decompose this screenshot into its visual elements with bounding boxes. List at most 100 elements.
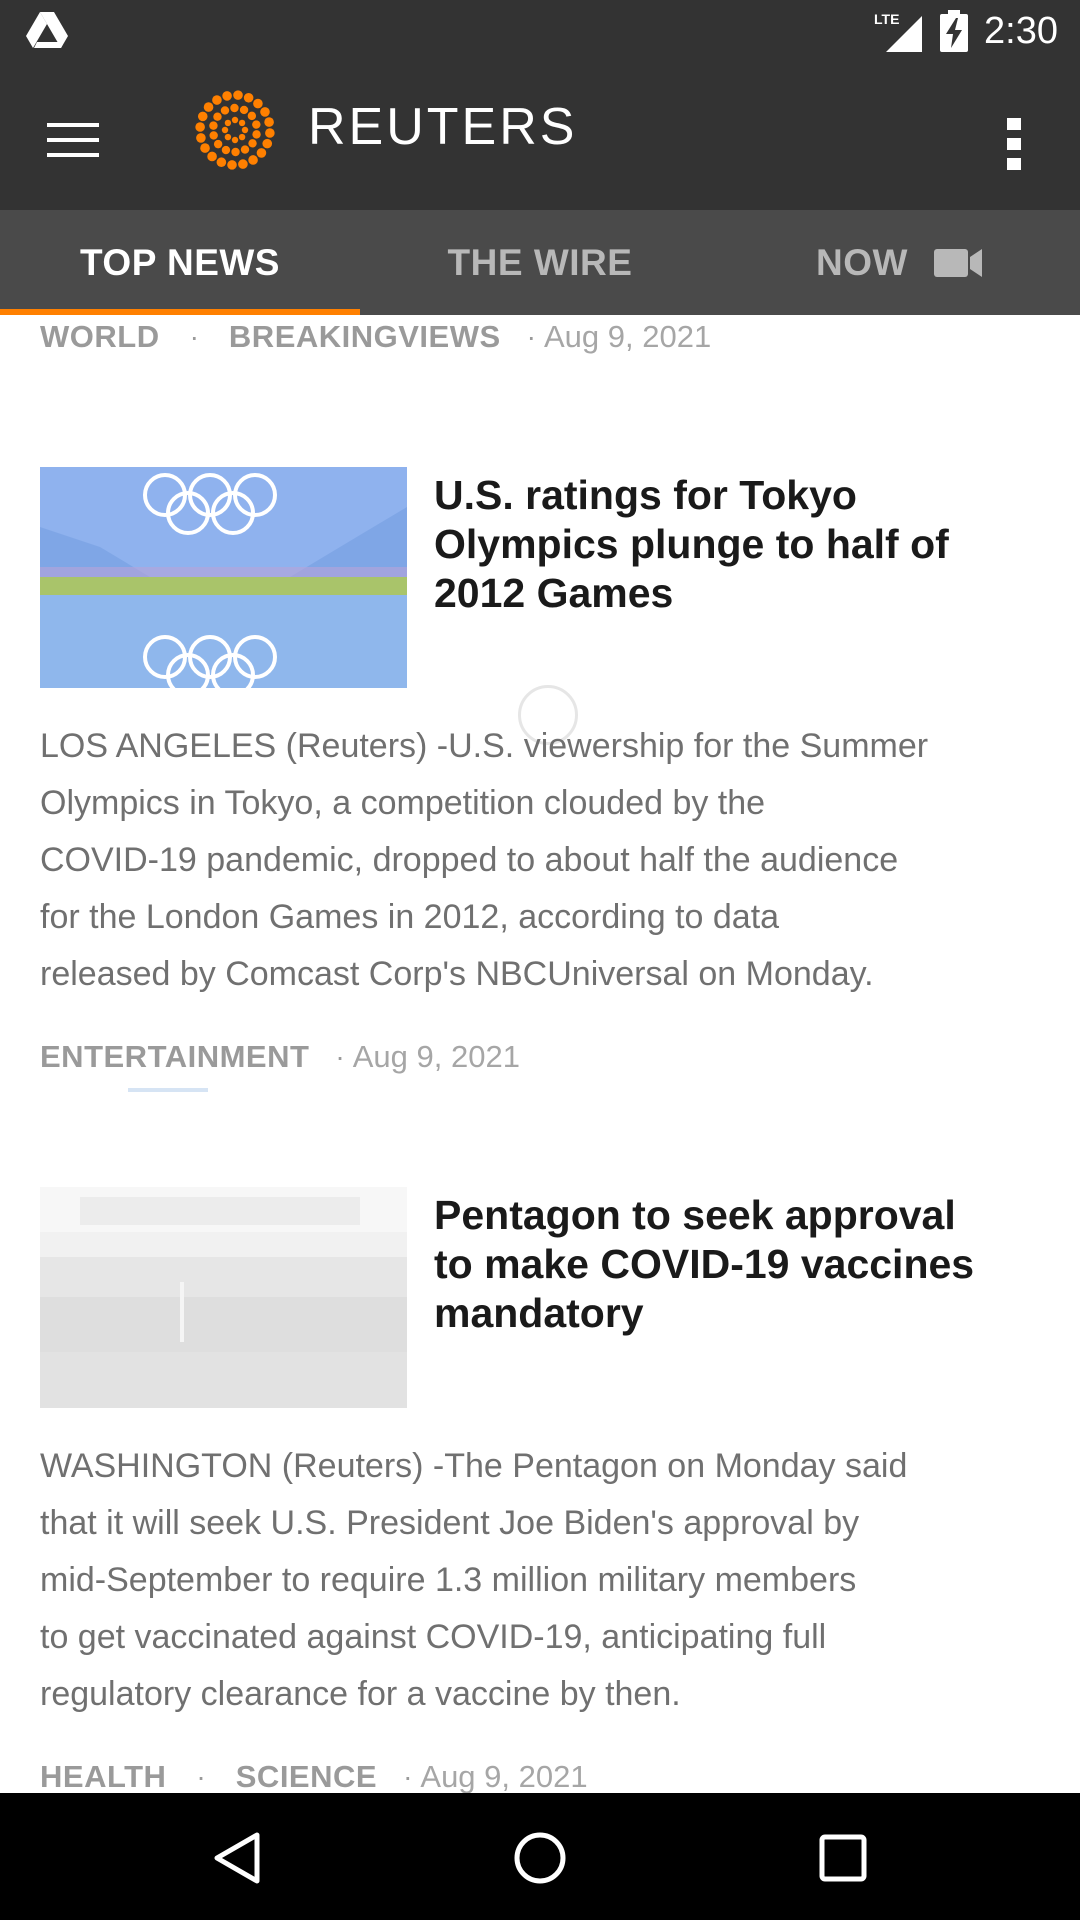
menu-icon [47, 123, 99, 157]
pentagon-image[interactable] [40, 1187, 407, 1408]
logo-dot [221, 145, 231, 155]
logo-dot [209, 121, 218, 130]
article-headline[interactable]: U.S. ratings for Tokyo Olympics plunge t… [434, 471, 1034, 618]
article-summary[interactable]: LOS ANGELES (Reuters) -U.S. viewership f… [40, 718, 1050, 1003]
headline-line: 2012 Games [434, 570, 674, 616]
logo-dot [220, 106, 230, 115]
separator-dot: · [335, 1041, 345, 1072]
summary-line: to get vaccinated against COVID-19, anti… [40, 1618, 827, 1656]
logo-dot [209, 131, 218, 140]
logo-dot [252, 120, 261, 129]
logo-dot [196, 133, 206, 143]
menu-button[interactable] [36, 103, 110, 177]
back-icon [214, 1832, 260, 1884]
headline-line: U.S. ratings for Tokyo [434, 472, 857, 518]
logo-dot [252, 130, 261, 139]
separator-dot: · [196, 1761, 206, 1792]
summary-line: WASHINGTON (Reuters) -The Pentagon on Mo… [40, 1447, 908, 1485]
logo-dot [248, 155, 258, 165]
category-tag[interactable]: WORLD [40, 319, 160, 355]
logo-dot [203, 102, 214, 112]
olympic-rings-image[interactable] [40, 467, 407, 688]
back-button[interactable] [202, 1823, 272, 1893]
tab-now[interactable]: NOW [720, 210, 1080, 315]
status-bar: LTE 2:30 [0, 0, 1080, 63]
logo-dot [216, 157, 227, 168]
article-headline[interactable]: Pentagon to seek approval to make COVID-… [434, 1191, 1034, 1338]
separator-dot: · [526, 321, 536, 352]
logo-dot [195, 122, 205, 132]
logo-dot [253, 98, 263, 109]
logo-dot [238, 159, 248, 169]
category-tag[interactable]: ENTERTAINMENT [40, 1039, 309, 1075]
summary-line: for the London Games in 2012, according … [40, 898, 780, 936]
logo-dot [233, 90, 243, 100]
focus-underline [128, 1088, 208, 1092]
logo-dot [262, 138, 273, 149]
article-date: Aug 9, 2021 [420, 1759, 588, 1793]
recents-icon [819, 1834, 867, 1882]
headline-line: Olympics plunge to half of [434, 521, 949, 567]
home-icon [514, 1832, 566, 1884]
logo-dot [264, 117, 274, 127]
summary-line: COVID-19 pandemic, dropped to about half… [40, 841, 899, 879]
drive-icon [26, 12, 68, 48]
tab-the-wire[interactable]: THE WIRE [360, 210, 720, 315]
summary-line: that it will seek U.S. President Joe Bid… [40, 1504, 860, 1542]
news-feed[interactable]: WORLD · BREAKINGVIEWS · Aug 9, 2021 U.S.… [0, 315, 1080, 1793]
logo-dot [200, 143, 210, 153]
tab-label: TOP NEWS [79, 241, 280, 283]
logo-dot [231, 136, 239, 144]
logo-dot [238, 133, 246, 141]
system-nav-bar [0, 1793, 1080, 1920]
logo-dot [238, 119, 246, 127]
headline-line: to make COVID-19 vaccines [434, 1241, 975, 1287]
tab-top-news[interactable]: TOP NEWS [0, 210, 360, 315]
logo-dot [197, 111, 208, 122]
summary-line: mid-September to require 1.3 million mil… [40, 1561, 857, 1599]
summary-line: released by Comcast Corp's NBCUniversal … [40, 955, 874, 993]
article-date: Aug 9, 2021 [544, 319, 712, 354]
logo-dot [227, 160, 237, 170]
logo-dot [224, 119, 232, 127]
category-tag[interactable]: HEALTH [40, 1759, 166, 1793]
logo-dot [207, 151, 217, 162]
logo-dot [243, 92, 254, 103]
brand-title: REUTERS [308, 98, 578, 156]
thumbnail-art [40, 467, 407, 688]
logo-dot [221, 126, 229, 134]
tab-label: NOW [816, 241, 908, 283]
home-button[interactable] [505, 1823, 575, 1893]
logo-dot [224, 133, 232, 141]
network-type-label: LTE [874, 11, 899, 27]
logo-dot [230, 103, 239, 113]
signal-icon: LTE [874, 11, 922, 52]
overflow-menu-button[interactable] [992, 107, 1036, 181]
app-bar: REUTERS [0, 63, 1080, 210]
logo-dot [222, 91, 232, 101]
video-camera-icon [933, 248, 982, 277]
logo-dot [213, 139, 223, 149]
headline-line: Pentagon to seek approval [434, 1192, 956, 1238]
logo-dot [247, 111, 257, 121]
status-time: 2:30 [984, 10, 1058, 52]
category-tag[interactable]: SCIENCE [236, 1759, 377, 1793]
summary-line: Olympics in Tokyo, a competition clouded… [40, 784, 766, 822]
separator-dot: · [403, 1761, 413, 1792]
logo-dot [241, 126, 249, 134]
article-summary[interactable]: WASHINGTON (Reuters) -The Pentagon on Mo… [40, 1438, 1050, 1723]
logo-dot [212, 95, 222, 105]
logo-dot [248, 139, 257, 148]
summary-line: LOS ANGELES (Reuters) -U.S. viewership f… [40, 727, 929, 765]
summary-line: regulatory clearance for a vaccine by th… [40, 1675, 681, 1713]
logo-dot [239, 105, 249, 115]
reuters-logo-icon [195, 90, 275, 170]
separator-dot: · [189, 321, 199, 352]
thumbnail-art [40, 1187, 407, 1408]
logo-dot [231, 116, 239, 124]
tab-label: THE WIRE [447, 241, 633, 283]
recents-button[interactable] [808, 1823, 878, 1893]
article-meta: HEALTH · SCIENCE · Aug 9, 2021 [40, 1755, 588, 1793]
article-date: Aug 9, 2021 [352, 1039, 520, 1074]
category-tag[interactable]: BREAKINGVIEWS [229, 319, 501, 355]
